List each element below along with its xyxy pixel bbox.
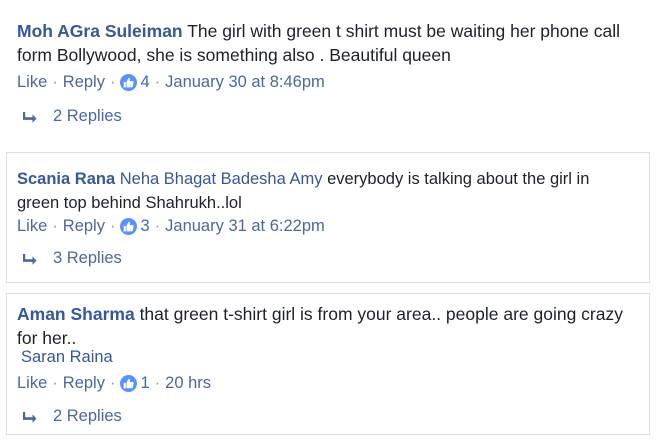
thumbs-up-icon[interactable] xyxy=(120,375,138,392)
reply-arrow-icon xyxy=(23,411,37,423)
comment-timestamp[interactable]: January 31 at 6:22pm xyxy=(165,217,325,236)
view-replies-link[interactable]: 2 Replies xyxy=(21,407,122,426)
comment-body: Aman Sharma that green t-shirt girl is f… xyxy=(17,302,635,350)
reply-arrow-icon xyxy=(23,253,37,265)
comment-body: Scania Rana Neha Bhagat Badesha Amy ever… xyxy=(17,167,635,215)
comment-actions: Like · Reply · 3 · January 31 at 6:22pm xyxy=(17,217,325,236)
reply-button[interactable]: Reply xyxy=(63,73,105,92)
like-button[interactable]: Like xyxy=(17,73,47,92)
thumbs-up-icon[interactable] xyxy=(120,218,138,235)
reply-arrow-icon xyxy=(23,111,37,123)
comment-actions: Like · Reply · 4 · January 30 at 8:46pm xyxy=(17,73,325,92)
comment: Moh AGra Suleiman The girl with green t … xyxy=(6,8,650,141)
comment-timestamp[interactable]: 20 hrs xyxy=(165,374,211,393)
comment-author[interactable]: Scania Rana xyxy=(17,170,115,188)
replies-count-label[interactable]: 2 Replies xyxy=(53,107,122,126)
comment-body: Moh AGra Suleiman The girl with green t … xyxy=(17,19,635,67)
replies-count-label[interactable]: 3 Replies xyxy=(53,249,122,268)
like-count[interactable]: 1 xyxy=(140,374,149,393)
separator: · xyxy=(154,73,161,91)
separator: · xyxy=(154,374,161,392)
separator: · xyxy=(109,374,116,392)
like-count[interactable]: 3 xyxy=(140,217,149,236)
comment-mention[interactable]: Neha Bhagat Badesha Amy xyxy=(120,170,323,188)
separator: · xyxy=(52,73,58,91)
comment-actions: Like · Reply · 1 · 20 hrs xyxy=(17,374,211,393)
comment-author[interactable]: Moh AGra Suleiman xyxy=(17,21,183,41)
separator: · xyxy=(154,217,161,235)
like-button[interactable]: Like xyxy=(17,217,47,236)
separator: · xyxy=(109,217,116,235)
view-replies-link[interactable]: 3 Replies xyxy=(21,249,122,268)
comment: Scania Rana Neha Bhagat Badesha Amy ever… xyxy=(6,152,650,283)
reply-button[interactable]: Reply xyxy=(63,374,105,393)
reply-to-name[interactable]: Saran Raina xyxy=(21,348,113,367)
separator: · xyxy=(52,374,58,392)
comment-author[interactable]: Aman Sharma xyxy=(17,304,135,324)
like-count[interactable]: 4 xyxy=(140,73,149,92)
comment-timestamp[interactable]: January 30 at 8:46pm xyxy=(165,73,325,92)
separator: · xyxy=(109,73,116,91)
view-replies-link[interactable]: 2 Replies xyxy=(21,107,122,126)
replies-count-label[interactable]: 2 Replies xyxy=(53,407,122,426)
thumbs-up-icon[interactable] xyxy=(120,74,138,91)
like-button[interactable]: Like xyxy=(17,374,47,393)
comment: Aman Sharma that green t-shirt girl is f… xyxy=(6,293,650,435)
reply-button[interactable]: Reply xyxy=(63,217,105,236)
separator: · xyxy=(52,217,58,235)
